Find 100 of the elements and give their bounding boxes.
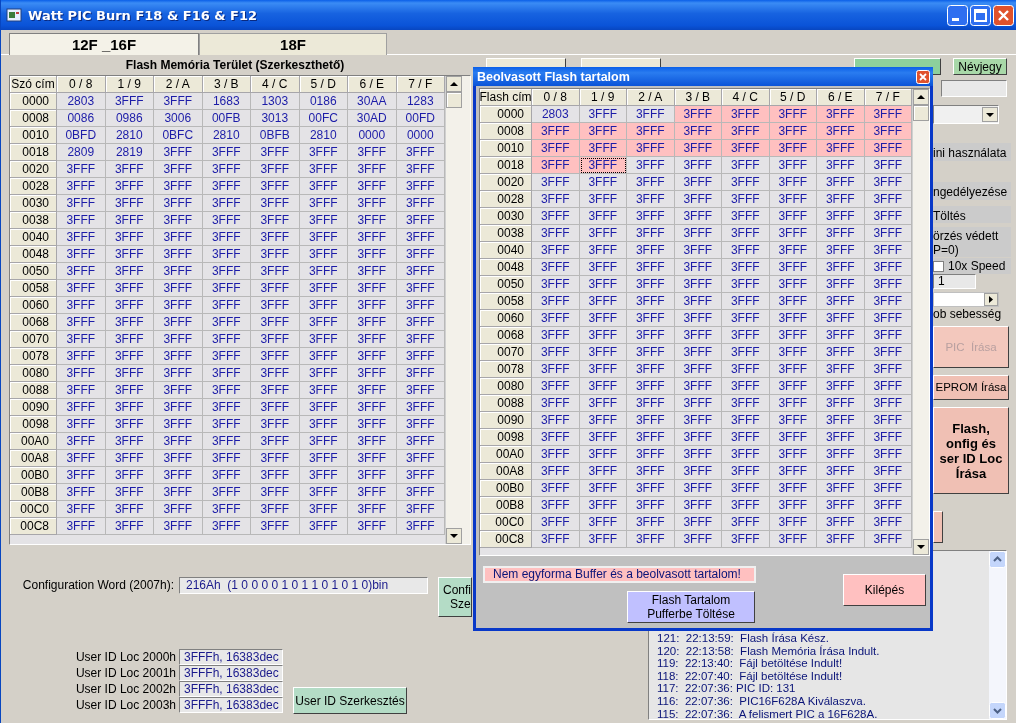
table-cell[interactable]: 3FFF <box>57 518 106 535</box>
table-cell[interactable]: 3FFF <box>627 276 675 293</box>
table-cell[interactable]: 3FFF <box>348 229 397 246</box>
table-cell[interactable]: 3FFF <box>57 501 106 518</box>
table-cell[interactable]: 3FFF <box>251 348 300 365</box>
table-cell[interactable]: 3FFF <box>769 225 817 242</box>
table-cell[interactable]: 3FFF <box>722 140 770 157</box>
table-cell[interactable]: 3FFF <box>722 106 770 123</box>
table-cell[interactable]: 3FFF <box>299 144 348 161</box>
table-cell[interactable]: 3FFF <box>154 331 203 348</box>
table-cell[interactable]: 3FFF <box>722 242 770 259</box>
table-cell[interactable]: 3FFF <box>202 331 251 348</box>
table-cell[interactable]: 3FFF <box>532 446 580 463</box>
table-cell[interactable]: 3FFF <box>579 106 627 123</box>
table-cell[interactable]: 3FFF <box>532 225 580 242</box>
column-header[interactable]: 3 / B <box>202 76 251 93</box>
table-cell[interactable]: 3FFF <box>769 276 817 293</box>
tab[interactable]: 12F _16F <box>9 33 199 55</box>
table-cell[interactable]: 3FFF <box>202 161 251 178</box>
table-cell[interactable]: 3FFF <box>299 246 348 263</box>
table-cell[interactable]: 3FFF <box>864 310 912 327</box>
table-cell[interactable]: 3FFF <box>57 161 106 178</box>
close-button[interactable] <box>916 69 930 84</box>
table-cell[interactable]: 3FFF <box>348 195 397 212</box>
table-cell[interactable]: 3FFF <box>674 293 722 310</box>
table-cell[interactable]: 3FFF <box>202 433 251 450</box>
table-cell[interactable]: 3FFF <box>532 463 580 480</box>
table-cell[interactable]: 3FFF <box>722 327 770 344</box>
table-cell[interactable]: 3FFF <box>579 497 627 514</box>
table-cell[interactable]: 3FFF <box>202 263 251 280</box>
table-cell[interactable]: 3FFF <box>105 280 154 297</box>
table-cell[interactable]: 3FFF <box>627 514 675 531</box>
table-cell[interactable]: 3FFF <box>627 395 675 412</box>
table-cell[interactable]: 3FFF <box>579 480 627 497</box>
table-cell[interactable]: 30AA <box>348 93 397 110</box>
table-cell[interactable]: 3FFF <box>722 276 770 293</box>
table-cell[interactable]: 3FFF <box>57 484 106 501</box>
table-cell[interactable]: 3FFF <box>674 463 722 480</box>
table-cell[interactable]: 3FFF <box>105 433 154 450</box>
table-cell[interactable]: 3FFF <box>864 140 912 157</box>
table-cell[interactable]: 3FFF <box>579 293 627 310</box>
table-cell[interactable]: 3FFF <box>105 314 154 331</box>
table-cell[interactable]: 3FFF <box>817 395 865 412</box>
table-cell[interactable]: 3FFF <box>299 348 348 365</box>
table-cell[interactable]: 3FFF <box>722 497 770 514</box>
table-cell[interactable]: 3FFF <box>396 331 445 348</box>
table-cell[interactable]: 3FFF <box>864 174 912 191</box>
table-cell[interactable]: 3FFF <box>105 501 154 518</box>
table-cell[interactable]: 3FFF <box>817 446 865 463</box>
table-cell[interactable]: 3FFF <box>532 242 580 259</box>
table-cell[interactable]: 3FFF <box>769 480 817 497</box>
table-cell[interactable]: 3FFF <box>769 446 817 463</box>
table-cell[interactable]: 3FFF <box>722 310 770 327</box>
table-cell[interactable]: 3FFF <box>202 501 251 518</box>
table-cell[interactable]: 3FFF <box>769 395 817 412</box>
column-header[interactable]: 7 / F <box>396 76 445 93</box>
minimize-button[interactable] <box>947 4 968 26</box>
table-cell[interactable]: 3FFF <box>299 229 348 246</box>
table-cell[interactable]: 3FFF <box>105 365 154 382</box>
table-cell[interactable]: 3FFF <box>251 178 300 195</box>
table-cell[interactable]: 3FFF <box>532 310 580 327</box>
table-cell[interactable]: 3FFF <box>532 531 580 548</box>
table-cell[interactable]: 3FFF <box>105 450 154 467</box>
table-cell[interactable]: 3FFF <box>769 412 817 429</box>
table-cell[interactable]: 3FFF <box>348 144 397 161</box>
table-cell[interactable]: 3FFF <box>579 463 627 480</box>
table-cell[interactable]: 3FFF <box>674 225 722 242</box>
table-cell[interactable]: 3FFF <box>817 463 865 480</box>
table-cell[interactable]: 3FFF <box>154 501 203 518</box>
user-id-field[interactable]: 3FFFh, 16383dec <box>179 681 283 697</box>
table-cell[interactable]: 3FFF <box>722 225 770 242</box>
table-cell[interactable]: 3FFF <box>579 531 627 548</box>
table-cell[interactable]: 3FFF <box>817 327 865 344</box>
scroll-down-button[interactable] <box>446 528 462 544</box>
table-cell[interactable]: 3FFF <box>57 399 106 416</box>
table-cell[interactable]: 3FFF <box>769 429 817 446</box>
table-cell[interactable]: 3FFF <box>348 178 397 195</box>
table-cell[interactable]: 3FFF <box>532 327 580 344</box>
table-cell[interactable]: 3FFF <box>57 229 106 246</box>
table-cell[interactable]: 3FFF <box>817 310 865 327</box>
table-cell[interactable]: 3FFF <box>817 140 865 157</box>
table-cell[interactable]: 00FB <box>202 110 251 127</box>
table-cell[interactable]: 3FFF <box>396 399 445 416</box>
table-cell[interactable]: 3FFF <box>817 106 865 123</box>
table-cell[interactable]: 3FFF <box>57 331 106 348</box>
table-cell[interactable]: 3FFF <box>769 123 817 140</box>
table-cell[interactable]: 3FFF <box>348 314 397 331</box>
table-cell[interactable]: 3FFF <box>154 212 203 229</box>
table-cell[interactable]: 3FFF <box>817 157 865 174</box>
table-cell[interactable]: 2810 <box>299 127 348 144</box>
table-cell[interactable]: 3FFF <box>251 331 300 348</box>
table-cell[interactable]: 3FFF <box>299 331 348 348</box>
table-cell[interactable]: 0086 <box>57 110 106 127</box>
table-cell[interactable]: 3FFF <box>348 161 397 178</box>
table-cell[interactable]: 3FFF <box>627 480 675 497</box>
table-cell[interactable]: 3FFF <box>674 514 722 531</box>
table-cell[interactable]: 3FFF <box>532 140 580 157</box>
table-cell[interactable]: 3FFF <box>396 229 445 246</box>
table-cell[interactable]: 3FFF <box>627 242 675 259</box>
table-cell[interactable]: 3FFF <box>769 242 817 259</box>
